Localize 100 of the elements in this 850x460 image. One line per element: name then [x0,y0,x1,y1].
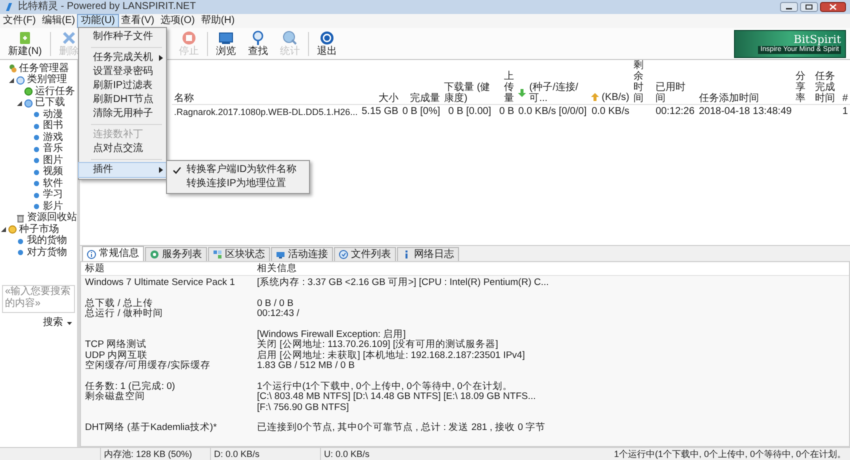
search-icon [282,30,298,46]
column-header[interactable]: 分享率 [794,60,814,104]
column-header[interactable]: 已用时间 [654,60,697,104]
tree-item[interactable]: 对方货物 [27,246,67,259]
menu-entry[interactable]: 清除无用种子 [79,107,166,121]
tree-item[interactable]: 类别管理 [27,74,67,86]
collapse-icon[interactable] [17,100,22,106]
table-cell-text: 2018-04-18 13:48:49 [698,104,793,118]
info-label: UDP 内网互联 [85,350,148,360]
dot-icon [16,236,25,246]
info-value: 00:12:43 / [257,309,300,320]
tree-item[interactable]: 图片 [43,154,63,167]
column-header[interactable]: (种子/连接/可... [529,82,587,104]
tab[interactable]: 网络日志 [397,247,459,261]
tree-item[interactable]: 运行任务 [35,86,75,98]
status-text: U: 0.0 KB/s [320,448,430,460]
circle-icon [24,87,33,96]
menu-item[interactable]: 编辑(E) [38,15,78,27]
menu-item[interactable]: 功能(U) [78,15,118,27]
menu-entry[interactable]: 转换连接IP为地理位置 [186,178,286,190]
menu-item[interactable]: 选项(O) [157,15,198,27]
tree-item[interactable]: 音乐 [43,143,63,156]
column-header[interactable]: 完成量 [400,60,442,104]
tree-item[interactable]: 已下载 [35,97,65,110]
circle-icon [16,76,25,85]
tree-item[interactable]: 学习 [43,189,63,202]
status-text: 1个运行中(1个下载中, 0个上传中, 0个等待中, 0个在计划。 [614,448,846,460]
info-label: Windows 7 Ultimate Service Pack 1 [85,278,236,288]
menu-item[interactable]: 查看(V) [118,15,158,27]
stop-icon [180,30,197,46]
menu-entry[interactable]: 刷新DHT节点 [79,93,166,107]
search-field[interactable]: «输入您要搜索的内容» [2,285,75,313]
table-cell: 0.0 KB/s [588,104,632,118]
info-value: 已连接到0个节点, 其中0个可靠节点 , 总计 : 发送 281 , 接收 0 字节 [257,423,547,434]
column-header[interactable]: 相关信息 [257,263,845,275]
tab[interactable]: 服务列表 [145,247,207,261]
dot-icon [32,144,41,154]
column-header[interactable]: # [840,60,850,104]
tree-item[interactable]: 视频 [43,166,63,178]
toolbar-button[interactable]: 查找 [244,28,272,58]
collapse-icon[interactable] [9,78,14,83]
tree-item[interactable]: 动漫 [43,108,63,121]
restore-icon[interactable] [800,2,818,12]
tree-item[interactable]: 任务管理器 [19,62,69,75]
delete-icon [60,30,77,46]
info-label: DHT网络 (基于Kademlia技术)* [85,423,218,434]
app-icon [4,2,14,12]
dot-icon [16,248,25,258]
toolbar-button[interactable]: 退出 [312,28,341,58]
status-text: D: 0.0 KB/s [210,448,320,460]
tree-item[interactable]: 影片 [43,200,63,213]
table-cell: 5.15 GB [360,104,400,118]
tree-item[interactable]: 游戏 [43,132,63,144]
menu-entry[interactable]: 任务完成关机 [79,51,166,65]
column-header[interactable]: 大小 [360,60,400,104]
menu-entry[interactable]: 转换客户端ID为软件名称 [186,164,297,176]
info-label: 剩余磁盘空间 [85,392,146,402]
tree-item[interactable]: 软件 [43,178,63,190]
toolbar-button[interactable]: 浏览 [212,28,240,58]
table-cell: 0.0 KB/s [0/0/0] [516,104,589,118]
menu-item[interactable]: 帮助(H) [198,15,238,27]
monitor-icon [218,30,234,46]
people-icon [8,64,17,74]
minimize-icon[interactable] [780,2,798,12]
caret-icon [67,322,72,324]
column-header[interactable]: 剩余时间 [631,60,654,104]
menu-entry[interactable]: 点对点交流 [79,142,166,156]
tab[interactable]: 区块状态 [208,247,270,261]
column-header[interactable]: 下载量 (健康度) [442,60,494,104]
tree-item[interactable]: 种子市场 [19,224,59,236]
info-value: 1.83 GB / 512 MB / 0 B [257,361,356,372]
search-button[interactable]: 搜索 [40,317,75,329]
info-value: [C:\ 803.48 MB NTFS] [D:\ 14.48 GB NTFS] [E:\ 18.09 GB NTFS... [257,392,537,402]
column-header[interactable]: (KB/s) [602,92,630,102]
column-header[interactable]: 上传量 [493,60,516,104]
info-label: 任务数: 1 (已完成: 0) [85,382,176,392]
menu-entry[interactable]: 设置登录密码 [79,65,166,79]
info-label: 空闲缓存/可用缓存/实际缓存 [85,361,212,372]
blocks-icon [213,250,222,259]
menu-entry[interactable]: 制作种子文件 [79,30,166,44]
tab[interactable]: 常规信息 [82,246,144,261]
monitor-icon [276,250,285,259]
column-header[interactable]: 任务完成时间 [813,60,840,104]
close-icon[interactable] [820,2,846,12]
column-header[interactable]: 标题 [85,263,257,275]
column-header[interactable]: 任务添加时间 [696,60,794,104]
column-header[interactable]: 名称 [172,60,360,104]
menu-entry[interactable]: 刷新IP过滤表 [79,79,166,93]
submenu-arrow-icon [158,167,163,173]
collapse-icon[interactable] [1,227,6,232]
menu-item[interactable]: 文件(F) [0,15,39,27]
tab[interactable]: 文件列表 [334,247,396,261]
info-label: 总运行 / 做种时间 [85,309,164,320]
info-value: 启用 [公网地址: 未获取] [本机地址: 192.168.2.187:23501 IPv4] [257,350,526,361]
tab[interactable]: 活动连接 [271,247,333,261]
menu-entry[interactable]: 插件 [79,163,166,177]
toolbar-button[interactable]: 新建(N) [4,28,46,58]
tree-item[interactable]: 图书 [43,120,63,132]
tree-item[interactable]: 资源回收站 [27,212,77,224]
tree-item[interactable]: 我的货物 [27,235,67,248]
